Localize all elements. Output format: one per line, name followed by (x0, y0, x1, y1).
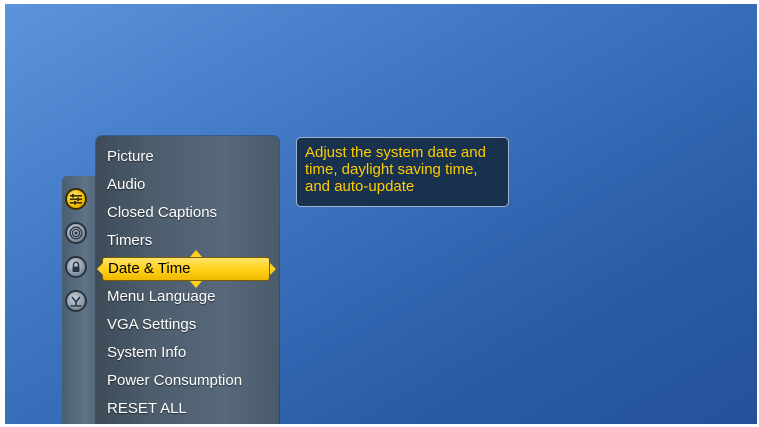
settings-menu: Picture Audio Closed Captions Timers Dat… (96, 136, 279, 424)
menu-item-reset-all[interactable]: RESET ALL (107, 397, 187, 421)
input-source-icon[interactable] (65, 290, 87, 312)
menu-item-power-consumption[interactable]: Power Consumption (107, 369, 242, 393)
menu-item-date-time-selected[interactable]: Date & Time (97, 250, 276, 288)
antenna-signal-icon[interactable] (65, 222, 87, 244)
right-arrow-icon (270, 263, 276, 275)
menu-item-audio[interactable]: Audio (107, 173, 145, 197)
menu-item-vga-settings[interactable]: VGA Settings (107, 313, 196, 337)
help-tooltip: Adjust the system date and time, dayligh… (296, 137, 509, 207)
settings-sliders-icon[interactable] (65, 188, 87, 210)
menu-item-timers[interactable]: Timers (107, 229, 152, 253)
tv-screen: Picture Audio Closed Captions Timers Dat… (5, 4, 757, 424)
selected-item-label: Date & Time (108, 260, 191, 277)
lock-icon[interactable] (65, 256, 87, 278)
menu-item-system-info[interactable]: System Info (107, 341, 186, 365)
left-arrow-icon (97, 263, 103, 275)
menu-item-closed-captions[interactable]: Closed Captions (107, 201, 217, 225)
menu-item-menu-language[interactable]: Menu Language (107, 285, 215, 309)
up-arrow-icon (190, 250, 202, 257)
menu-item-picture[interactable]: Picture (107, 145, 154, 169)
